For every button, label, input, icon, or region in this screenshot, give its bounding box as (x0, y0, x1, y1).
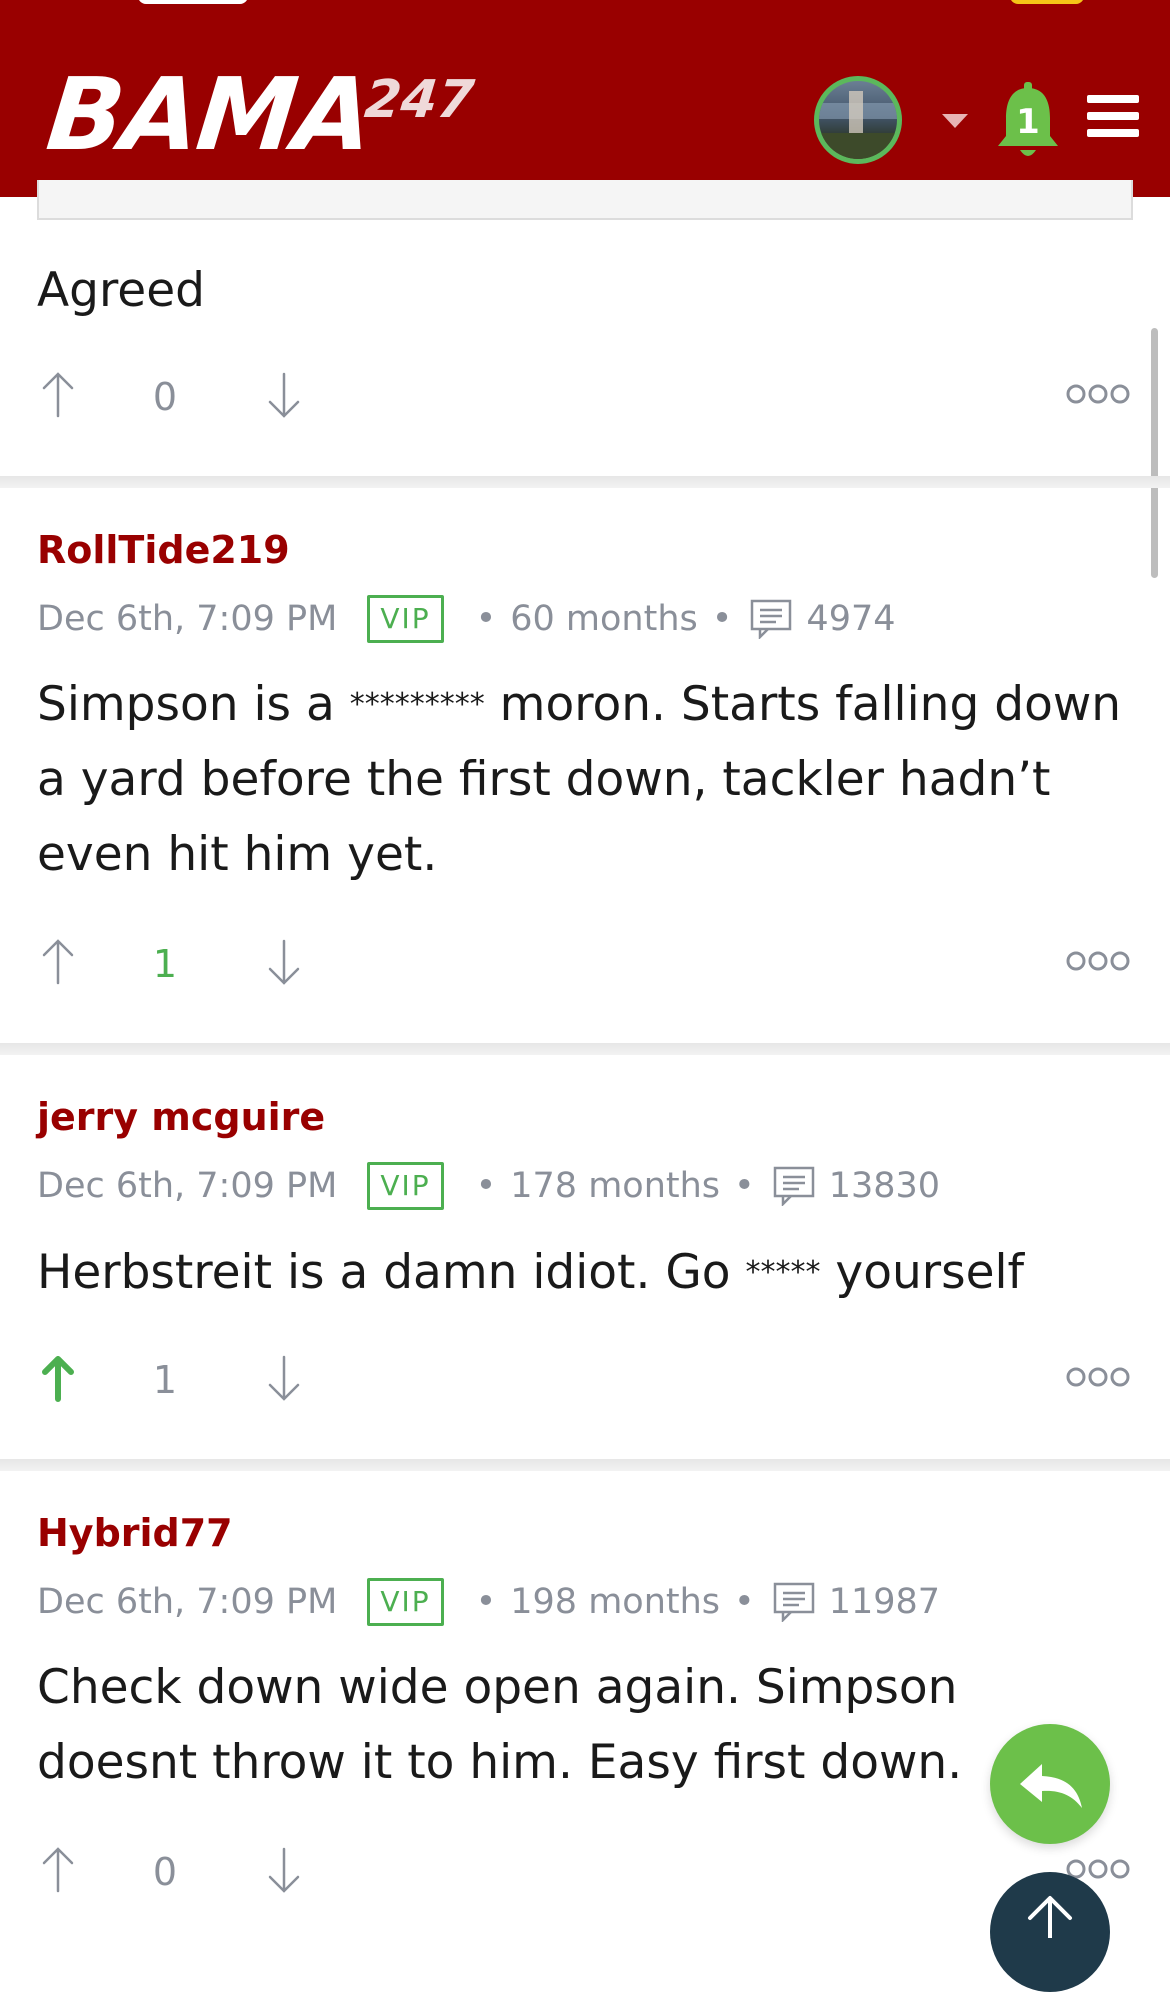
upvote-icon[interactable] (40, 937, 76, 987)
meta-separator: • (734, 1166, 755, 1206)
notification-count: 1 (1016, 102, 1040, 142)
post-body-text: Simpson is a (37, 677, 350, 732)
more-options-icon[interactable] (1066, 949, 1130, 973)
meta-separator: • (711, 599, 733, 639)
posts-count-icon (751, 599, 792, 639)
posts-count-icon (773, 1582, 814, 1622)
vip-badge: VIP (367, 1578, 444, 1626)
avatar[interactable] (814, 76, 902, 164)
post-body: Check down wide open again. Simpson does… (37, 1660, 963, 1790)
more-options-icon[interactable] (1066, 1365, 1130, 1389)
vote-count: 0 (152, 375, 178, 419)
post-separator (0, 1043, 1170, 1055)
censored-word: ***** (745, 1255, 821, 1290)
reply-arrow-icon (1020, 1764, 1082, 1808)
post-author[interactable]: RollTide219 (37, 528, 290, 572)
member-tenure: 60 months (510, 599, 698, 639)
post-date: Dec 6th, 7:09 PM (37, 1166, 338, 1206)
upvote-icon[interactable] (40, 1845, 76, 1895)
downvote-icon[interactable] (266, 1353, 302, 1403)
post-meta: Dec 6th, 7:09 PM VIP • 60 months • 4974 (37, 594, 896, 644)
post-separator (0, 1459, 1170, 1471)
vote-row: 1 (0, 1353, 1170, 1413)
vote-count: 1 (152, 942, 178, 986)
logo-superscript: 247 (361, 70, 477, 130)
vote-count: 1 (152, 1358, 178, 1402)
post-body: Herbstreit is a damn idiot. Go ***** you… (37, 1235, 1137, 1310)
post-body: Simpson is a ********* moron. Starts fal… (37, 667, 1137, 892)
post-count: 4974 (806, 599, 896, 639)
post-body: Agreed (37, 263, 205, 318)
meta-separator: • (475, 1582, 497, 1622)
meta-separator: • (475, 1166, 497, 1206)
post-meta: Dec 6th, 7:09 PM VIP • 178 months • 1383… (37, 1161, 940, 1211)
logo-text: BAMA (41, 56, 377, 173)
downvote-icon[interactable] (266, 370, 302, 420)
post-count: 11987 (828, 1582, 941, 1622)
downvote-icon[interactable] (266, 1845, 302, 1895)
post-body-text: Herbstreit is a damn idiot. Go (37, 1245, 746, 1300)
downvote-icon[interactable] (266, 937, 302, 987)
post-date: Dec 6th, 7:09 PM (37, 1582, 338, 1622)
member-tenure: 178 months (510, 1166, 721, 1206)
status-bar-time-fragment (138, 0, 248, 4)
post-author[interactable]: jerry mcguire (37, 1095, 325, 1139)
scroll-to-top-button[interactable] (990, 1872, 1110, 1992)
post-author[interactable]: Hybrid77 (37, 1511, 233, 1555)
meta-separator: • (475, 599, 497, 639)
vip-badge: VIP (367, 595, 444, 643)
more-options-icon[interactable] (1066, 382, 1130, 406)
member-tenure: 198 months (510, 1582, 721, 1622)
post-meta: Dec 6th, 7:09 PM VIP • 198 months • 1198… (37, 1577, 940, 1627)
reply-button[interactable] (990, 1724, 1110, 1844)
post-body-text: yourself (820, 1245, 1025, 1300)
vote-row: 1 (0, 937, 1170, 997)
site-header: BAMA 247 1 (0, 0, 1170, 197)
posts-count-icon (773, 1166, 814, 1206)
quoted-post-box (37, 180, 1133, 220)
post-date: Dec 6th, 7:09 PM (37, 599, 338, 639)
scrollbar[interactable] (1151, 328, 1158, 578)
meta-separator: • (734, 1582, 755, 1622)
site-logo[interactable]: BAMA 247 (42, 56, 477, 173)
upvote-icon-active[interactable] (40, 1353, 76, 1403)
vip-badge: VIP (367, 1162, 444, 1210)
status-bar-battery-fragment (1010, 0, 1084, 4)
post-separator (0, 476, 1170, 488)
vote-count: 0 (152, 1850, 178, 1894)
arrow-up-icon (1028, 1896, 1072, 1940)
upvote-icon[interactable] (40, 370, 76, 420)
censored-word: ********* (349, 687, 485, 722)
post-count: 13830 (828, 1166, 941, 1206)
hamburger-menu-icon[interactable] (1087, 95, 1139, 139)
caret-down-icon[interactable] (942, 114, 968, 130)
vote-row: 0 (0, 370, 1170, 430)
notifications-button[interactable]: 1 (996, 82, 1060, 162)
